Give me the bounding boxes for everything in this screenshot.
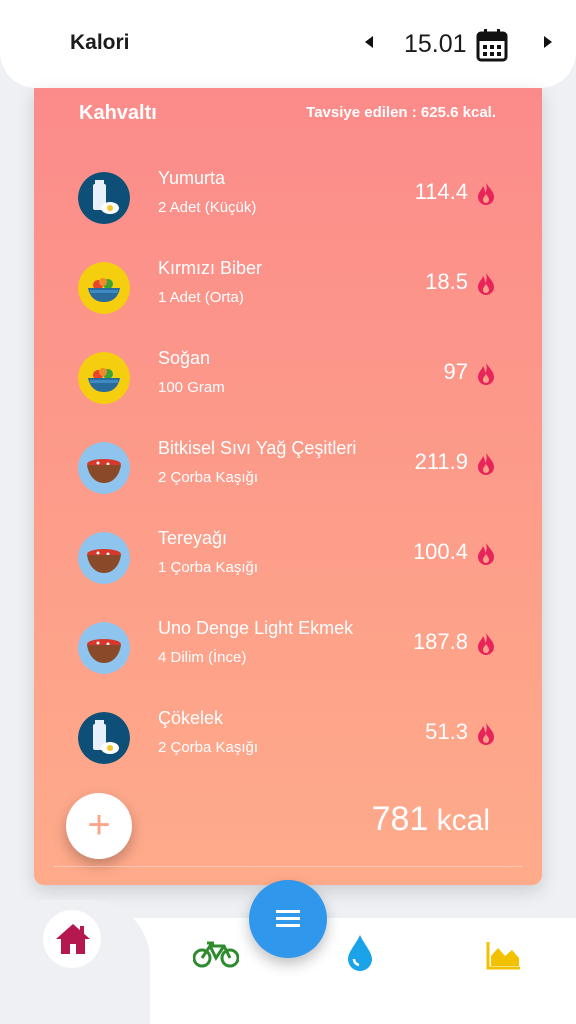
- food-name: Kırmızı Biber: [158, 258, 263, 278]
- food-portion: 2 Çorba Kaşığı: [158, 739, 259, 756]
- food-row[interactable]: Yumurta 2 Adet (Küçük) 114.4: [34, 168, 542, 228]
- top-bar: Kalori 15.01: [0, 0, 576, 88]
- food-portion: 1 Adet (Orta): [158, 289, 244, 306]
- home-tab[interactable]: [43, 910, 101, 968]
- food-calories: 51.3: [425, 719, 468, 744]
- soup-bowl-icon: [78, 532, 130, 584]
- food-portion: 2 Adet (Küçük): [158, 199, 257, 216]
- food-name: Yumurta: [158, 168, 226, 188]
- salad-bowl-icon: [78, 352, 130, 404]
- menu-icon: [276, 910, 300, 927]
- total-calories-value: 781: [371, 800, 429, 838]
- food-name: Uno Denge Light Ekmek: [158, 618, 354, 638]
- flame-icon: [478, 543, 494, 565]
- food-row[interactable]: Bitkisel Sıvı Yağ Çeşitleri 2 Çorba Kaşı…: [34, 438, 542, 498]
- food-calories: 187.8: [412, 629, 468, 654]
- food-calories: 211.9: [414, 449, 468, 474]
- flame-icon: [478, 633, 494, 655]
- app-title: Kalori: [70, 31, 130, 54]
- food-name: Tereyağı: [158, 528, 228, 548]
- home-icon[interactable]: [54, 922, 92, 956]
- flame-icon: [478, 363, 494, 385]
- water-drop-icon[interactable]: [346, 934, 374, 972]
- food-portion: 2 Çorba Kaşığı: [158, 469, 259, 486]
- recommended-calories: Tavsiye edilen : 625.6 kcal.: [306, 104, 496, 121]
- milk-bottle-icon: [78, 712, 130, 764]
- food-calories: 100.4: [412, 539, 468, 564]
- flame-icon: [478, 453, 494, 475]
- food-row[interactable]: Kırmızı Biber 1 Adet (Orta) 18.5: [34, 258, 542, 318]
- food-portion: 100 Gram: [158, 379, 225, 396]
- food-calories: 18.5: [425, 269, 468, 294]
- flame-icon: [478, 183, 494, 205]
- card-divider: [54, 866, 522, 867]
- meal-title: Kahvaltı: [79, 102, 157, 124]
- total-calories-unit: kcal: [436, 804, 490, 837]
- next-day-arrow-icon[interactable]: [544, 36, 552, 48]
- total-calories: 781 kcal: [372, 800, 490, 839]
- food-name: Soğan: [158, 348, 211, 368]
- food-portion: 4 Dilim (İnce): [158, 649, 247, 666]
- food-calories: 114.4: [414, 179, 468, 204]
- add-food-button[interactable]: +: [66, 793, 132, 859]
- food-row[interactable]: Çökelek 2 Çorba Kaşığı 51.3: [34, 708, 542, 768]
- calendar-icon[interactable]: [476, 28, 508, 62]
- soup-bowl-icon: [78, 442, 130, 494]
- bicycle-icon[interactable]: [193, 940, 239, 968]
- food-calories: 97: [443, 359, 468, 384]
- food-row[interactable]: Uno Denge Light Ekmek 4 Dilim (İnce) 187…: [34, 618, 542, 678]
- date-label[interactable]: 15.01: [404, 30, 467, 59]
- breakfast-card: Kahvaltı Tavsiye edilen : 625.6 kcal. Yu…: [34, 88, 542, 885]
- plus-icon: +: [87, 803, 111, 847]
- flame-icon: [478, 723, 494, 745]
- milk-bottle-icon: [78, 172, 130, 224]
- food-row[interactable]: Tereyağı 1 Çorba Kaşığı 100.4: [34, 528, 542, 588]
- flame-icon: [478, 273, 494, 295]
- food-name: Bitkisel Sıvı Yağ Çeşitleri: [158, 438, 357, 458]
- menu-button[interactable]: [249, 880, 327, 958]
- chart-icon[interactable]: [486, 940, 522, 970]
- previous-day-arrow-icon[interactable]: [365, 36, 373, 48]
- soup-bowl-icon: [78, 622, 130, 674]
- food-portion: 1 Çorba Kaşığı: [158, 559, 259, 576]
- food-row[interactable]: Soğan 100 Gram 97: [34, 348, 542, 408]
- food-name: Çökelek: [158, 708, 224, 728]
- salad-bowl-icon: [78, 262, 130, 314]
